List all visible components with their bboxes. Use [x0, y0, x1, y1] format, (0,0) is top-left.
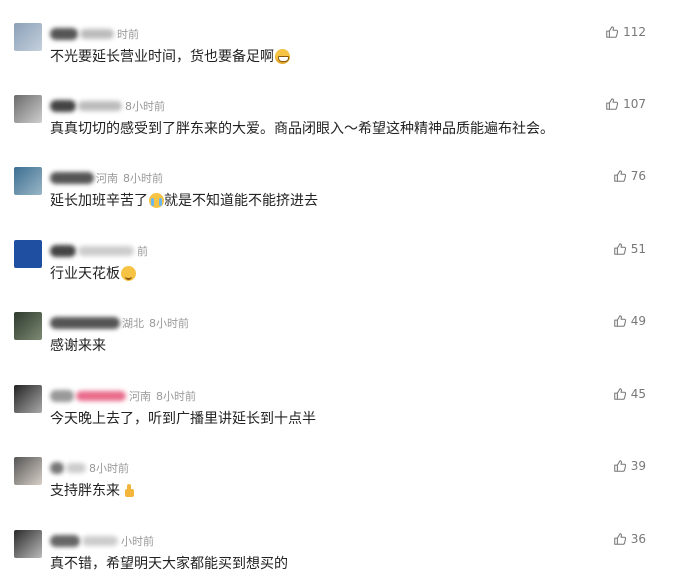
username-blurred[interactable] [50, 28, 78, 40]
avatar[interactable] [14, 23, 42, 51]
comment-text: 支持胖东来 [50, 480, 136, 500]
username-blurred[interactable] [50, 100, 76, 112]
comment-text: 感谢来来 [50, 335, 106, 355]
comment-text: 延长加班辛苦了 就是不知道能不能挤进去 [50, 190, 318, 210]
comment-item: 河南 8小时前延长加班辛苦了 就是不知道能不能挤进去 76 [0, 152, 680, 224]
username-blurred[interactable] [50, 390, 74, 402]
user-badge-blurred [66, 463, 86, 473]
user-badge-blurred [78, 101, 122, 111]
like-button[interactable]: 112 [605, 25, 646, 39]
comment-meta: 河南 8小时前 [50, 169, 163, 187]
like-count: 49 [630, 314, 646, 328]
timestamp: 8小时前 [89, 462, 129, 475]
avatar[interactable] [14, 240, 42, 268]
like-count: 112 [623, 25, 646, 39]
comment-meta: 8小时前 [50, 459, 129, 477]
location-label: 河南 [96, 172, 118, 185]
timestamp: 8小时前 [156, 390, 196, 403]
comment-text: 不光要延长营业时间，货也要备足啊 [50, 46, 290, 66]
comment-text: 真不错，希望明天大家都能买到想买的 [50, 553, 288, 573]
grin-emoji-icon [275, 48, 290, 64]
comment-text: 行业天花板 [50, 263, 136, 283]
comment-item: 8小时前支持胖东来 39 [0, 442, 680, 514]
user-badge-blurred [76, 391, 126, 401]
comment-text-content: 行业天花板 [50, 266, 120, 282]
comment-item: 小时前真不错，希望明天大家都能买到想买的 36 [0, 515, 680, 587]
thumbs-up-icon [613, 243, 626, 255]
like-button[interactable]: 45 [613, 387, 646, 401]
comment-text: 今天晚上去了，听到广播里讲延长到十点半 [50, 408, 316, 428]
comment-item: 前行业天花板 51 [0, 225, 680, 297]
thumbs-up-icon [606, 26, 619, 38]
comment-text-content: 感谢来来 [50, 338, 106, 354]
username-blurred[interactable] [50, 317, 120, 329]
like-button[interactable]: 36 [613, 532, 646, 546]
timestamp: 时前 [117, 28, 139, 41]
location-label: 河南 [129, 390, 151, 403]
username-blurred[interactable] [50, 535, 80, 547]
smile-emoji-icon [121, 265, 136, 281]
avatar[interactable] [14, 312, 42, 340]
thumbs-up-icon [613, 170, 626, 182]
comment-text-content: 今天晚上去了，听到广播里讲延长到十点半 [50, 411, 316, 427]
comment-text-content: 真真切切的感受到了胖东来的大爱。商品闭眼入～希望这种精神品质能遍布社会。 [50, 121, 554, 137]
comment-meta: 河南 8小时前 [50, 387, 196, 405]
like-count: 107 [623, 97, 646, 111]
comment-text-content: 不光要延长营业时间，货也要备足啊 [50, 49, 274, 65]
timestamp: 8小时前 [149, 317, 189, 330]
comment-text-content: 延长加班辛苦了 [50, 193, 148, 209]
username-blurred[interactable] [50, 462, 64, 474]
user-badge-blurred [80, 29, 114, 39]
thumbs-up-icon [613, 315, 626, 327]
like-count: 51 [630, 242, 646, 256]
cry-emoji-icon [149, 192, 164, 208]
comment-text-continued: 就是不知道能不能挤进去 [164, 193, 318, 209]
comment-meta: 前 [50, 242, 148, 260]
timestamp: 前 [137, 245, 148, 258]
thumbs-up-icon [606, 98, 619, 110]
user-badge-blurred [78, 246, 134, 256]
user-badge-blurred [82, 536, 118, 546]
comment-item: 8小时前真真切切的感受到了胖东来的大爱。商品闭眼入～希望这种精神品质能遍布社会。… [0, 80, 680, 152]
like-button[interactable]: 49 [613, 314, 646, 328]
avatar[interactable] [14, 385, 42, 413]
thumbs-up-icon [613, 533, 626, 545]
username-blurred[interactable] [50, 245, 76, 257]
like-count: 39 [630, 459, 646, 473]
avatar[interactable] [14, 530, 42, 558]
username-blurred[interactable] [50, 172, 94, 184]
comment-item: 河南 8小时前今天晚上去了，听到广播里讲延长到十点半 45 [0, 370, 680, 442]
comment-meta: 8小时前 [50, 97, 165, 115]
comment-item: 湖北 8小时前感谢来来 49 [0, 297, 680, 369]
comment-text-content: 真不错，希望明天大家都能买到想买的 [50, 556, 288, 572]
comment-meta: 小时前 [50, 532, 154, 550]
like-button[interactable]: 76 [613, 169, 646, 183]
like-count: 36 [630, 532, 646, 546]
comment-text: 真真切切的感受到了胖东来的大爱。商品闭眼入～希望这种精神品质能遍布社会。 [50, 118, 554, 138]
location-label: 湖北 [122, 317, 144, 330]
like-button[interactable]: 51 [613, 242, 646, 256]
timestamp: 8小时前 [125, 100, 165, 113]
like-button[interactable]: 39 [613, 459, 646, 473]
timestamp: 小时前 [121, 535, 154, 548]
thumbs-up-icon [613, 460, 626, 472]
timestamp: 8小时前 [123, 172, 163, 185]
avatar[interactable] [14, 457, 42, 485]
comment-item: 时前不光要延长营业时间，货也要备足啊 112 [0, 8, 680, 80]
avatar[interactable] [14, 167, 42, 195]
comment-meta: 时前 [50, 25, 139, 43]
comment-meta: 湖北 8小时前 [50, 314, 189, 332]
thumb-emoji-icon [121, 483, 136, 498]
thumbs-up-icon [613, 388, 626, 400]
like-count: 76 [630, 169, 646, 183]
like-count: 45 [630, 387, 646, 401]
avatar[interactable] [14, 95, 42, 123]
like-button[interactable]: 107 [605, 97, 646, 111]
comment-text-content: 支持胖东来 [50, 483, 120, 499]
